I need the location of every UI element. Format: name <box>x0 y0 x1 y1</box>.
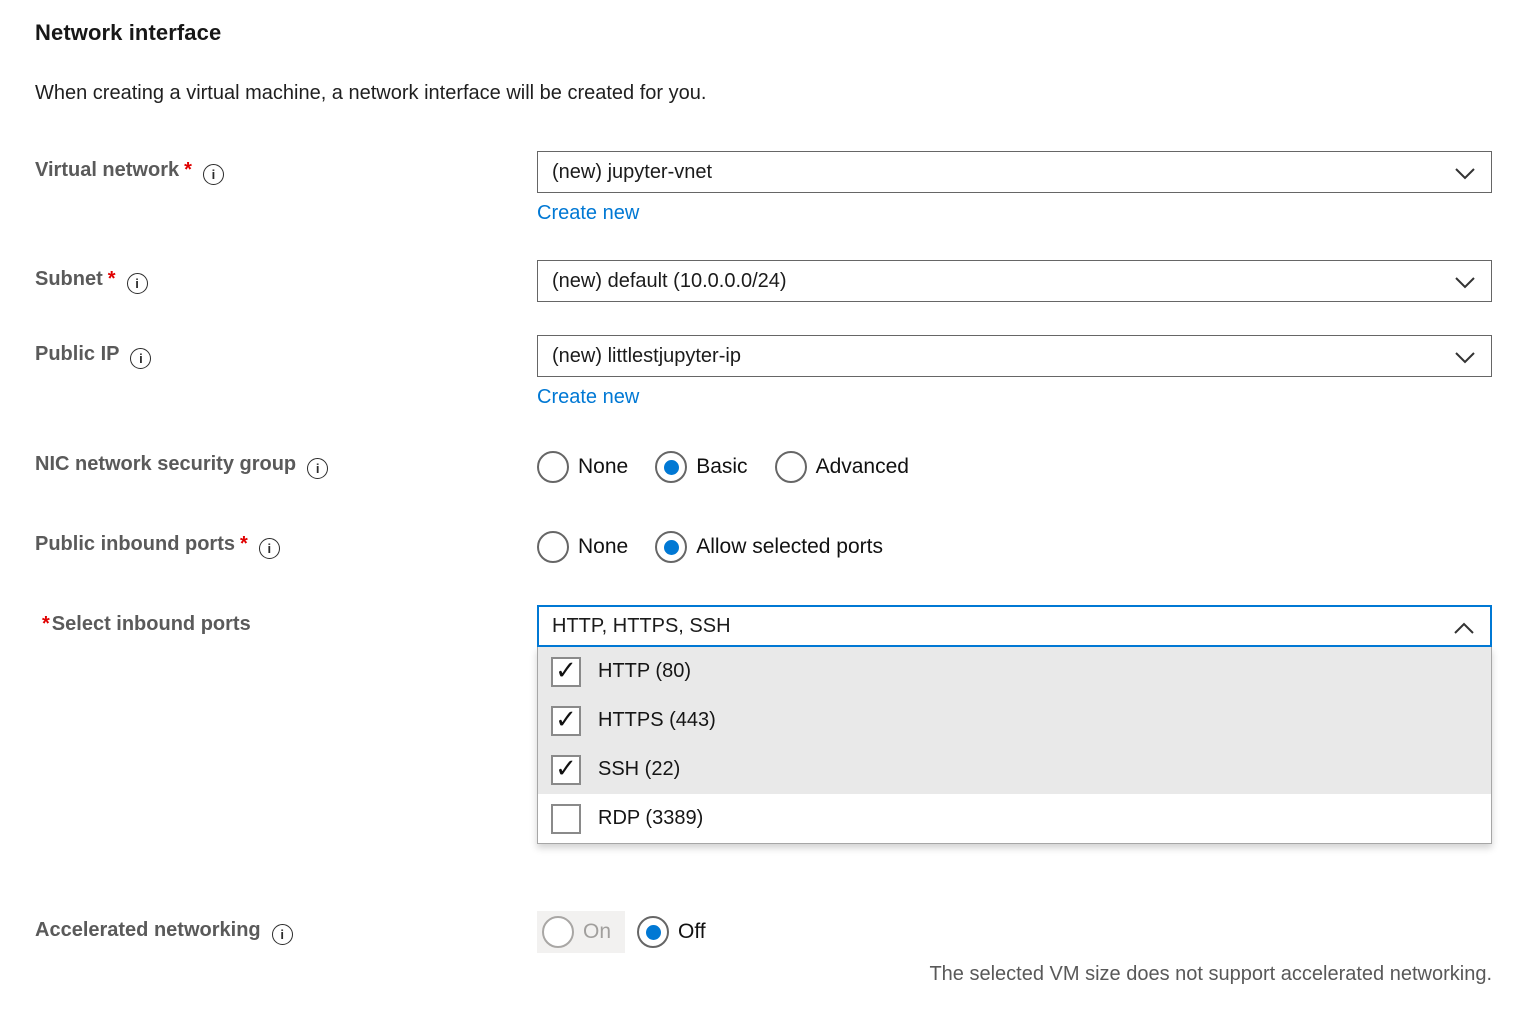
public-ip-create-new-link[interactable]: Create new <box>537 386 639 409</box>
subnet-label: Subnet <box>35 268 103 290</box>
radio-icon <box>537 451 569 483</box>
nic-nsg-label-group: NIC network security group i <box>35 445 537 479</box>
chevron-down-icon <box>1454 164 1476 187</box>
public-ip-select[interactable]: (new) littlestjupyter-ip <box>537 335 1492 377</box>
info-icon[interactable]: i <box>307 458 328 479</box>
accelerated-networking-label: Accelerated networking <box>35 919 261 941</box>
nic-nsg-option-basic[interactable]: Basic <box>655 451 747 483</box>
select-inbound-ports-combobox[interactable]: HTTP, HTTPS, SSH <box>537 605 1492 647</box>
radio-disabled-icon <box>542 916 574 948</box>
page-title: Network interface <box>35 20 1492 46</box>
accelerated-networking-label-group: Accelerated networking i <box>35 911 537 945</box>
required-asterisk: * <box>184 159 192 181</box>
public-ip-value: (new) littlestjupyter-ip <box>552 345 741 368</box>
checkbox-checked-icon: ✓ <box>551 657 581 687</box>
required-asterisk: * <box>42 613 50 635</box>
virtual-network-row: Virtual network* i (new) jupyter-vnet Cre… <box>35 151 1492 225</box>
accelerated-networking-row: Accelerated networking i On Off The selec… <box>35 911 1492 986</box>
virtual-network-label-group: Virtual network* i <box>35 151 537 185</box>
subnet-value: (new) default (10.0.0.0/24) <box>552 270 787 293</box>
virtual-network-create-new-link[interactable]: Create new <box>537 202 639 225</box>
nic-nsg-option-none[interactable]: None <box>537 451 628 483</box>
nic-nsg-row: NIC network security group i None Basic A… <box>35 445 1492 483</box>
info-icon[interactable]: i <box>127 273 148 294</box>
select-inbound-ports-label: Select inbound ports <box>52 613 251 635</box>
port-option-https[interactable]: ✓ HTTPS (443) <box>538 696 1491 745</box>
nic-nsg-label: NIC network security group <box>35 453 296 475</box>
network-interface-section: Network interface When creating a virtua… <box>0 0 1532 1024</box>
radio-selected-icon <box>655 531 687 563</box>
chevron-up-icon <box>1453 620 1475 643</box>
page-description: When creating a virtual machine, a netwo… <box>35 82 1492 105</box>
select-inbound-ports-label-group: *Select inbound ports <box>35 605 537 636</box>
radio-selected-icon <box>637 916 669 948</box>
public-inbound-ports-radio-group: None Allow selected ports <box>537 525 1492 563</box>
radio-icon <box>775 451 807 483</box>
public-ip-label: Public IP <box>35 343 119 365</box>
required-asterisk: * <box>240 533 248 555</box>
subnet-select[interactable]: (new) default (10.0.0.0/24) <box>537 260 1492 302</box>
info-icon[interactable]: i <box>272 924 293 945</box>
checkbox-checked-icon: ✓ <box>551 755 581 785</box>
accelerated-networking-option-on: On <box>537 911 625 953</box>
accelerated-networking-option-off[interactable]: Off <box>637 916 706 948</box>
accelerated-networking-radio-group: On Off <box>537 911 1492 953</box>
info-icon[interactable]: i <box>203 164 224 185</box>
chevron-down-icon <box>1454 273 1476 296</box>
port-option-http[interactable]: ✓ HTTP (80) <box>538 647 1491 696</box>
virtual-network-label: Virtual network <box>35 159 179 181</box>
info-icon[interactable]: i <box>130 348 151 369</box>
public-inbound-ports-option-allow[interactable]: Allow selected ports <box>655 531 883 563</box>
port-option-ssh[interactable]: ✓ SSH (22) <box>538 745 1491 794</box>
public-ip-label-group: Public IP i <box>35 335 537 369</box>
public-inbound-ports-label-group: Public inbound ports* i <box>35 525 537 559</box>
required-asterisk: * <box>108 268 116 290</box>
nic-nsg-radio-group: None Basic Advanced <box>537 445 1492 483</box>
public-inbound-ports-label: Public inbound ports <box>35 533 235 555</box>
select-inbound-ports-dropdown-panel: ✓ HTTP (80) ✓ HTTPS (443) ✓ SSH (22) RDP… <box>537 647 1492 844</box>
info-icon[interactable]: i <box>259 538 280 559</box>
checkbox-checked-icon: ✓ <box>551 706 581 736</box>
select-inbound-ports-value: HTTP, HTTPS, SSH <box>552 615 731 638</box>
virtual-network-select[interactable]: (new) jupyter-vnet <box>537 151 1492 193</box>
public-ip-row: Public IP i (new) littlestjupyter-ip Crea… <box>35 335 1492 409</box>
chevron-down-icon <box>1454 348 1476 371</box>
accelerated-networking-note: The selected VM size does not support ac… <box>537 963 1492 986</box>
virtual-network-value: (new) jupyter-vnet <box>552 161 712 184</box>
radio-icon <box>537 531 569 563</box>
public-inbound-ports-row: Public inbound ports* i None Allow select… <box>35 525 1492 563</box>
select-inbound-ports-row: *Select inbound ports HTTP, HTTPS, SSH ✓… <box>35 605 1492 844</box>
subnet-row: Subnet* i (new) default (10.0.0.0/24) <box>35 260 1492 302</box>
subnet-label-group: Subnet* i <box>35 260 537 294</box>
checkbox-unchecked-icon <box>551 804 581 834</box>
port-option-rdp[interactable]: RDP (3389) <box>538 794 1491 843</box>
nic-nsg-option-advanced[interactable]: Advanced <box>775 451 909 483</box>
public-inbound-ports-option-none[interactable]: None <box>537 531 628 563</box>
radio-selected-icon <box>655 451 687 483</box>
